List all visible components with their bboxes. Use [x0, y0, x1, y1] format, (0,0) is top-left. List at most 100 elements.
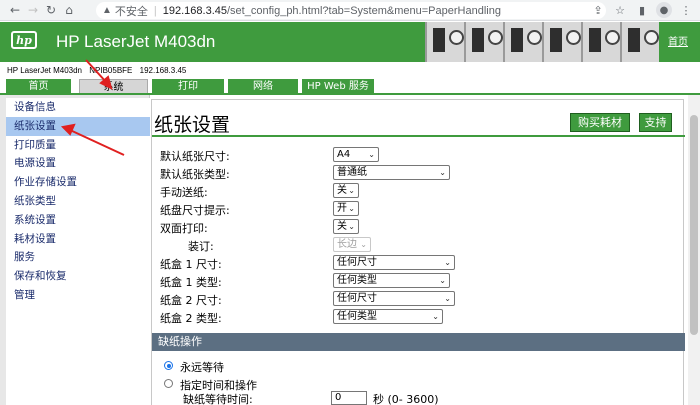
- url-separator: |: [153, 4, 157, 17]
- sidebar-item-service[interactable]: 服务: [6, 248, 150, 267]
- default-paper-type-select[interactable]: 普通纸 ⌄: [333, 165, 450, 180]
- support-button[interactable]: 支持: [639, 113, 672, 132]
- duplex-select[interactable]: 关 ⌄: [333, 219, 359, 234]
- printer-image: [425, 22, 464, 62]
- browser-toolbar: ← → ↻ ⌂ ▲ 不安全 | 192.168.3.45 /set_config…: [0, 0, 700, 21]
- page-scrollbar[interactable]: [688, 95, 700, 405]
- field-label: 默认纸张类型:: [160, 168, 230, 181]
- field-label: 装订:: [188, 240, 214, 253]
- tab-hp-web-services[interactable]: HP Web 服务: [302, 79, 374, 94]
- binding-select[interactable]: 长边 ⌄: [333, 237, 371, 252]
- out-of-paper-section-header: 缺纸操作: [152, 333, 685, 351]
- menu-dots-icon[interactable]: ⋮: [678, 2, 694, 18]
- manual-feed-row: 手动送纸: 关 ⌄: [160, 182, 680, 200]
- wait-time-input[interactable]: 0: [331, 391, 367, 405]
- tray-size-prompt-select[interactable]: 开 ⌄: [333, 201, 359, 216]
- sidebar-menu: 设备信息 纸张设置 打印质量 电源设置 作业存储设置 纸张类型 系统设置 耗材设…: [6, 98, 150, 405]
- sidebar-panel-icon[interactable]: ▮: [634, 2, 650, 18]
- chevron-down-icon: ⌄: [439, 276, 446, 285]
- chevron-down-icon: ⌄: [444, 294, 451, 303]
- home-icon[interactable]: ⌂: [60, 1, 78, 19]
- content-frame: 纸张设置 购买耗材 支持 默认纸张尺寸: A4 ⌄ 默认纸张类型: 普通纸 ⌄ 手动…: [151, 99, 685, 405]
- address-bar[interactable]: ▲ 不安全 | 192.168.3.45 /set_config_ph.html…: [96, 2, 606, 19]
- home-link[interactable]: 首页: [668, 33, 688, 48]
- default-paper-size-row: 默认纸张尺寸: A4 ⌄: [160, 146, 680, 164]
- share-icon[interactable]: ⇪: [590, 2, 606, 18]
- profile-avatar-icon[interactable]: ●: [656, 2, 672, 18]
- printer-image: [503, 22, 542, 62]
- tray-size-prompt-row: 纸盘尺寸提示: 开 ⌄: [160, 200, 680, 218]
- device-info: HP LaserJet M403dn NPIB05BFE 192.168.3.4…: [7, 66, 191, 75]
- default-paper-type-row: 默认纸张类型: 普通纸 ⌄: [160, 164, 680, 182]
- sidebar-item-administration[interactable]: 管理: [6, 286, 150, 305]
- field-label: 纸盒 2 类型:: [160, 312, 222, 325]
- printer-image: [542, 22, 581, 62]
- main-content: 纸张设置 购买耗材 支持 默认纸张尺寸: A4 ⌄ 默认纸张类型: 普通纸 ⌄ 手动…: [151, 95, 700, 405]
- wait-time-label: 缺纸等待时间:: [183, 393, 253, 405]
- sidebar-item-job-storage[interactable]: 作业存储设置: [6, 173, 150, 192]
- printer-image-strip: [425, 22, 660, 62]
- tray2-type-row: 纸盒 2 类型: 任何类型 ⌄: [160, 308, 680, 326]
- tray2-size-select[interactable]: 任何尺寸 ⌄: [333, 291, 455, 306]
- url-host: 192.168.3.45: [162, 4, 227, 17]
- sidebar-item-paper-setup[interactable]: 纸张设置: [6, 116, 150, 136]
- field-label: 纸盒 1 尺寸:: [160, 258, 222, 271]
- browser-actions: ⇪ ☆ ▮ ● ⋮: [590, 2, 694, 18]
- printer-image: [464, 22, 503, 62]
- chevron-down-icon: ⌄: [348, 222, 355, 231]
- device-model: HP LaserJet M403dn: [7, 66, 83, 75]
- chevron-down-icon: ⌄: [360, 240, 367, 249]
- title-divider: [152, 135, 685, 137]
- buy-supplies-button[interactable]: 购买耗材: [570, 113, 630, 132]
- tab-home[interactable]: 首页: [6, 79, 71, 94]
- tray1-size-select[interactable]: 任何尺寸 ⌄: [333, 255, 455, 270]
- sidebar-item-device-info[interactable]: 设备信息: [6, 98, 150, 117]
- device-name: NPIB05BFE: [89, 66, 133, 75]
- field-label: 纸盒 1 类型:: [160, 276, 222, 289]
- binding-row: 装订: 长边 ⌄: [160, 236, 680, 254]
- sidebar-item-power-settings[interactable]: 电源设置: [6, 154, 150, 173]
- back-arrow-icon[interactable]: ←: [6, 1, 24, 19]
- tray1-size-row: 纸盒 1 尺寸: 任何尺寸 ⌄: [160, 254, 680, 272]
- field-label: 双面打印:: [160, 222, 208, 235]
- radio-button[interactable]: [164, 361, 173, 370]
- default-paper-size-select[interactable]: A4 ⌄: [333, 147, 379, 162]
- warning-icon: ▲: [102, 5, 112, 16]
- main-tabs: 首页 系统 打印 网络 HP Web 服务: [0, 79, 700, 94]
- tab-print[interactable]: 打印: [152, 79, 224, 94]
- field-label: 纸盘尺寸提示:: [160, 204, 230, 217]
- device-ip: 192.168.3.45: [139, 66, 187, 75]
- product-title: HP LaserJet M403dn: [56, 32, 216, 51]
- star-icon[interactable]: ☆: [612, 2, 628, 18]
- chevron-down-icon: ⌄: [432, 312, 439, 321]
- printer-image: [620, 22, 659, 62]
- tab-network[interactable]: 网络: [228, 79, 298, 94]
- page-title: 纸张设置: [154, 114, 231, 136]
- manual-feed-select[interactable]: 关 ⌄: [333, 183, 359, 198]
- hp-logo: hp: [11, 31, 37, 49]
- sidebar-item-system-setup[interactable]: 系统设置: [6, 211, 150, 230]
- reload-icon[interactable]: ↻: [42, 1, 60, 19]
- tray2-type-select[interactable]: 任何类型 ⌄: [333, 309, 443, 324]
- chevron-down-icon: ⌄: [444, 258, 451, 267]
- sidebar-item-supply-settings[interactable]: 耗材设置: [6, 230, 150, 249]
- chevron-down-icon: ⌄: [348, 186, 355, 195]
- sidebar-item-print-quality[interactable]: 打印质量: [6, 136, 150, 155]
- sidebar-item-paper-types[interactable]: 纸张类型: [6, 192, 150, 211]
- chevron-down-icon: ⌄: [348, 204, 355, 213]
- scrollbar-thumb[interactable]: [690, 115, 698, 335]
- tray1-type-select[interactable]: 任何类型 ⌄: [333, 273, 450, 288]
- radio-button[interactable]: [164, 379, 173, 388]
- sidebar: 设备信息 纸张设置 打印质量 电源设置 作业存储设置 纸张类型 系统设置 耗材设…: [0, 95, 150, 405]
- sidebar-item-save-restore[interactable]: 保存和恢复: [6, 267, 150, 286]
- tray1-type-row: 纸盒 1 类型: 任何类型 ⌄: [160, 272, 680, 290]
- tab-system[interactable]: 系统: [79, 79, 148, 94]
- forward-arrow-icon[interactable]: →: [24, 1, 42, 19]
- printer-image: [581, 22, 620, 62]
- chevron-down-icon: ⌄: [439, 168, 446, 177]
- field-label: 手动送纸:: [160, 186, 208, 199]
- wait-time-row: 缺纸等待时间: 0 秒 (0- 3600): [183, 391, 483, 405]
- chevron-down-icon: ⌄: [368, 150, 375, 159]
- wait-time-unit: 秒 (0- 3600): [373, 393, 439, 405]
- tray2-size-row: 纸盒 2 尺寸: 任何尺寸 ⌄: [160, 290, 680, 308]
